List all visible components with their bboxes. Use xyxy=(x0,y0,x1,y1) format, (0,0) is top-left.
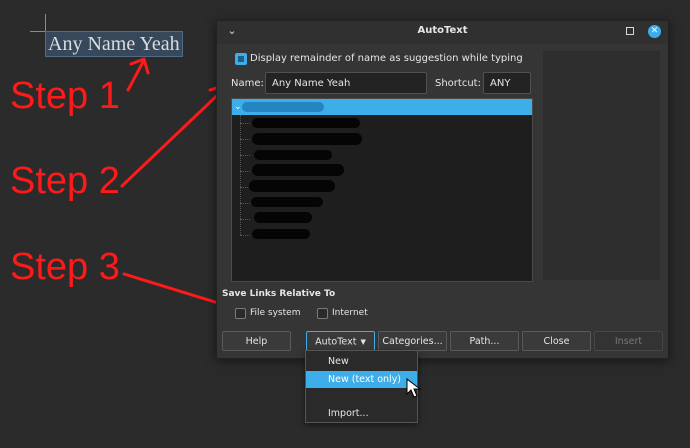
text-cursor-guide-vertical xyxy=(45,14,46,32)
tree-item-redacted[interactable] xyxy=(252,229,310,239)
autotext-dialog: ⌄ AutoText ✕ Display remainder of name a… xyxy=(216,20,669,359)
tree-tick xyxy=(240,139,250,141)
menu-item-blank xyxy=(306,388,417,405)
tree-item-redacted[interactable] xyxy=(252,164,344,176)
tree-tick xyxy=(240,203,250,205)
tree-tick xyxy=(240,123,250,125)
redacted-category-name xyxy=(242,102,324,112)
caret-down-icon: ▼ xyxy=(360,338,366,346)
tree-item-redacted[interactable] xyxy=(254,150,332,160)
menu-item-new-text-only[interactable]: New (text only) xyxy=(306,371,417,388)
text-cursor-guide xyxy=(30,31,46,32)
tree-item-selected[interactable]: ⌄ xyxy=(232,99,532,115)
path-button[interactable]: Path... xyxy=(450,331,519,351)
menu-item-import[interactable]: Import... xyxy=(306,405,417,422)
preview-pane xyxy=(543,51,660,280)
name-input[interactable]: Any Name Yeah xyxy=(265,72,427,94)
close-button[interactable]: Close xyxy=(522,331,591,351)
step-1-annotation: Step 1 xyxy=(10,75,120,117)
maximize-icon[interactable] xyxy=(626,27,634,35)
save-links-title: Save Links Relative To xyxy=(222,289,336,299)
arrow-step-2 xyxy=(120,83,229,188)
suggestion-checkbox[interactable] xyxy=(235,53,247,65)
tree-item-redacted[interactable] xyxy=(251,197,323,207)
step-3-annotation: Step 3 xyxy=(10,246,120,288)
tree-tick xyxy=(240,235,250,237)
chevron-down-icon[interactable]: ⌄ xyxy=(234,100,242,114)
step-2-annotation: Step 2 xyxy=(10,160,120,202)
internet-checkbox[interactable] xyxy=(317,308,328,319)
menu-item-new[interactable]: New xyxy=(306,353,417,370)
tree-branch-line xyxy=(240,115,242,235)
internet-label: Internet xyxy=(332,308,368,318)
arrow-step-1 xyxy=(126,57,150,92)
mouse-pointer-icon xyxy=(406,378,422,398)
name-label: Name: xyxy=(231,78,264,89)
tree-item-redacted[interactable] xyxy=(254,212,312,223)
autotext-dropdown-menu: New New (text only) Import... xyxy=(305,350,418,423)
autotext-button-label: AutoText xyxy=(315,336,357,348)
help-button[interactable]: Help xyxy=(222,331,291,351)
insert-button: Insert xyxy=(594,331,663,351)
close-icon[interactable]: ✕ xyxy=(648,25,661,38)
selected-document-text[interactable]: Any Name Yeah xyxy=(45,31,183,57)
categories-button[interactable]: Categories... xyxy=(378,331,447,351)
dialog-title: AutoText xyxy=(417,25,468,36)
shortcut-input[interactable]: ANY xyxy=(483,72,531,94)
autotext-tree[interactable]: ⌄ xyxy=(231,98,533,282)
tree-item-redacted[interactable] xyxy=(252,118,360,128)
tree-item-redacted[interactable] xyxy=(249,180,335,192)
tree-item-redacted[interactable] xyxy=(252,133,362,145)
shortcut-label: Shortcut: xyxy=(435,78,481,89)
tree-tick xyxy=(240,171,250,173)
tree-tick xyxy=(240,155,250,157)
autotext-menu-button[interactable]: AutoText ▼ xyxy=(306,331,375,351)
suggestion-checkbox-label: Display remainder of name as suggestion … xyxy=(250,53,523,64)
file-system-label: File system xyxy=(250,308,301,318)
file-system-checkbox[interactable] xyxy=(235,308,246,319)
dialog-titlebar: ⌄ AutoText ✕ xyxy=(217,21,668,44)
tree-tick xyxy=(240,219,250,221)
